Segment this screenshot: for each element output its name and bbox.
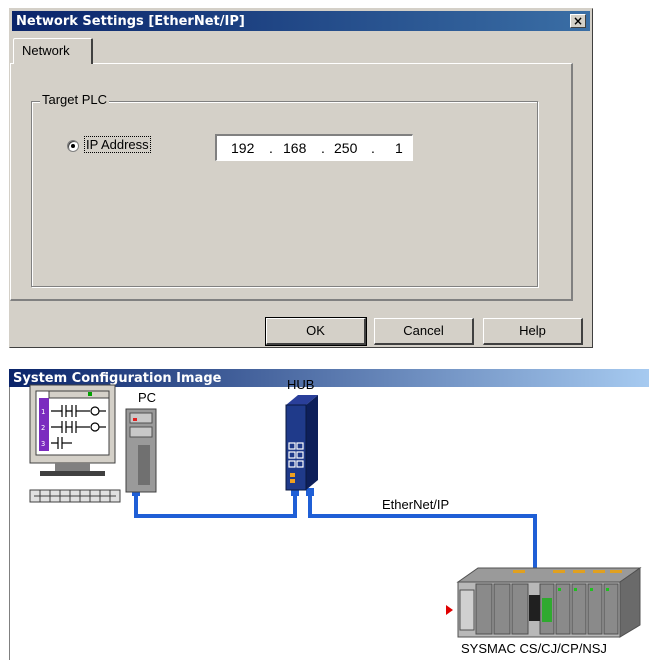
tab-network[interactable]: Network <box>13 38 93 64</box>
svg-text:1: 1 <box>41 408 45 416</box>
keyboard-icon <box>29 489 121 503</box>
ethernet-ip-label: EtherNet/IP <box>382 497 449 512</box>
plc-rack-icon <box>446 567 642 638</box>
system-config-diagram: 1 2 3 PC HUB EtherNet/IP SYSMAC CS/CJ/CP/N… <box>29 377 642 656</box>
plc-label: SYSMAC CS/CJ/CP/NSJ <box>461 641 607 656</box>
tab-network-label: Network <box>22 43 70 58</box>
hub-icon <box>285 395 318 491</box>
svg-text:2: 2 <box>41 424 45 432</box>
pc-label: PC <box>138 390 156 405</box>
pc-tower-icon <box>125 408 157 493</box>
hub-label: HUB <box>287 377 314 392</box>
svg-text:3: 3 <box>41 440 45 448</box>
pc-to-hub-cable <box>134 493 297 518</box>
monitor-icon: 1 2 3 <box>29 384 116 476</box>
